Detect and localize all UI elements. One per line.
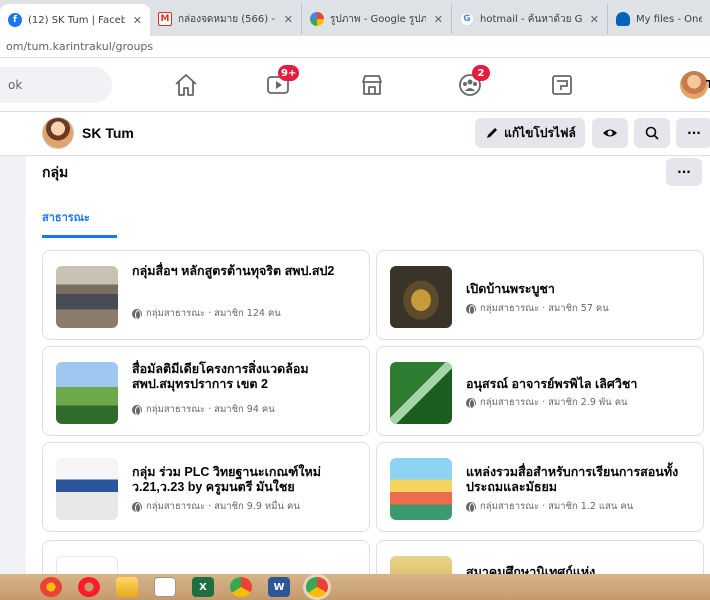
group-meta-text: กลุ่มสาธารณะ · สมาชิก 57 คน [480,303,609,314]
gmail-icon: M [158,12,172,26]
google-photos-icon [310,12,324,26]
group-name[interactable]: อนุสรณ์ อาจารย์พรพิไล เลิศวิชา [466,377,698,392]
profile-avatar[interactable] [42,117,74,149]
search-icon [645,126,659,140]
group-meta: กลุ่มสาธารณะ · สมาชิก 2.9 พัน คน [466,395,628,410]
group-cover-image [390,362,452,424]
group-name[interactable]: กลุ่มสื่อฯ หลักสูตรต้านทุจริต สพป.สป2 [132,264,364,279]
address-bar[interactable]: om/tum.karintrakul/groups [0,36,710,58]
group-meta-text: กลุ่มสาธารณะ · สมาชิก 124 คน [146,308,281,319]
group-meta: กลุ่มสาธารณะ · สมาชิก 57 คน [466,301,609,316]
active-tab-indicator [42,235,117,238]
group-cover-image [390,266,452,328]
globe-icon [132,404,142,416]
group-cover-image [390,458,452,520]
globe-icon [132,308,142,320]
group-name[interactable]: เปิดบ้านพระบูชา [466,282,698,297]
close-icon[interactable]: ✕ [590,13,599,26]
group-meta-text: กลุ่มสาธารณะ · สมาชิก 9.9 หมื่น คน [146,501,300,512]
group-meta: กลุ่มสาธารณะ · สมาชิก 1.2 แสน คน [466,499,633,514]
browser-tab-facebook[interactable]: f (12) SK Tum | Facebook ✕ [0,4,150,36]
group-meta: กลุ่มสาธารณะ · สมาชิก 94 คน [132,402,275,417]
browser-tab-gmail[interactable]: M กล่องจดหมาย (566) - sktu ✕ [150,4,302,34]
gaming-icon[interactable] [548,72,576,98]
group-card[interactable]: แหล่งรวมสื่อสำหรับการเรียนการสอนทั้งประถ… [376,442,704,532]
os-taskbar: X W [0,574,710,600]
close-icon[interactable]: ✕ [434,13,443,26]
group-meta-text: กลุ่มสาธารณะ · สมาชิก 1.2 แสน คน [480,501,634,512]
group-meta: กลุ่มสาธารณะ · สมาชิก 9.9 หมื่น คน [132,499,300,514]
edit-profile-button[interactable]: แก้ไขโปรไฟล์ [475,118,585,148]
eye-icon [603,129,617,137]
onedrive-icon [616,12,630,26]
edit-profile-label: แก้ไขโปรไฟล์ [504,125,576,140]
chrome-canary-icon[interactable] [40,577,62,597]
facebook-icon: f [8,13,22,27]
word-icon[interactable]: W [268,577,290,597]
marketplace-icon[interactable] [358,72,386,98]
excel-icon[interactable]: X [192,577,214,597]
group-meta-text: กลุ่มสาธารณะ · สมาชิก 2.9 พัน คน [480,397,628,408]
groups-icon[interactable]: 2 [456,65,490,98]
account-avatar[interactable] [680,71,708,99]
video-icon[interactable]: 9+ [264,65,300,98]
group-name[interactable]: แหล่งรวมสื่อสำหรับการเรียนการสอนทั้งประถ… [466,465,698,495]
group-card[interactable]: อนุสรณ์ อาจารย์พรพิไล เลิศวิชา กลุ่มสาธา… [376,346,704,436]
globe-icon [466,303,476,315]
groups-more-button[interactable]: ··· [666,158,702,186]
tab-title: รูปภาพ - Google รูปภาพ [330,13,426,25]
group-name[interactable]: กลุ่ม ร่วม PLC วิทยฐานะเกณฑ์ใหม่ ว.21,ว.… [132,465,364,495]
globe-icon [466,397,476,409]
group-card[interactable]: กลุ่มสื่อฯ หลักสูตรต้านทุจริต สพป.สป2 กล… [42,250,370,340]
notepad-icon[interactable] [154,577,176,597]
more-label: ··· [677,165,691,179]
more-label: ··· [687,126,701,140]
tab-title: hotmail - ค้นหาด้วย Goog [480,13,582,25]
chrome-icon[interactable] [230,577,252,597]
groups-section: กลุ่ม ··· สาธารณะ กลุ่มสื่อฯ หลักสูตรต้า… [26,156,710,586]
group-meta: กลุ่มสาธารณะ · สมาชิก 124 คน [132,306,281,321]
group-meta-text: กลุ่มสาธารณะ · สมาชิก 94 คน [146,404,275,415]
groups-title: กลุ่ม [42,165,69,181]
tab-title: กล่องจดหมาย (566) - sktu [178,13,276,25]
browser-tab-google-photos[interactable]: รูปภาพ - Google รูปภาพ ✕ [302,4,452,34]
account-initial: T [706,78,710,91]
globe-icon [132,501,142,513]
browser-tab-onedrive[interactable]: My files - OneDr [608,4,710,34]
group-name[interactable]: สื่อมัลติมีเดียโครงการสิ่งแวดล้อม สพป.สม… [132,362,364,392]
group-cover-image [56,458,118,520]
globe-icon [466,501,476,513]
video-notification-badge: 9+ [278,65,300,81]
profile-header-bar: SK Tum แก้ไขโปรไฟล์ ··· [0,112,710,156]
browser-tab-google-search[interactable]: G hotmail - ค้นหาด้วย Goog ✕ [452,4,608,34]
file-explorer-icon[interactable] [116,577,138,597]
close-icon[interactable]: ✕ [133,14,142,27]
group-cover-image [56,266,118,328]
search-placeholder: ok [8,78,23,92]
search-profile-button[interactable] [634,118,670,148]
group-card[interactable]: กลุ่ม ร่วม PLC วิทยฐานะเกณฑ์ใหม่ ว.21,ว.… [42,442,370,532]
tab-public-groups[interactable]: สาธารณะ [42,208,90,226]
opera-icon[interactable] [78,577,100,597]
facebook-top-nav: ok 9+ 2 T [0,58,710,112]
google-icon: G [460,12,474,26]
browser-tab-strip: f (12) SK Tum | Facebook ✕ M กล่องจดหมาย… [0,0,710,36]
home-icon[interactable] [172,72,200,98]
url-text: om/tum.karintrakul/groups [6,40,154,53]
tab-title: (12) SK Tum | Facebook [28,14,125,26]
groups-notification-badge: 2 [472,65,490,81]
profile-more-button[interactable]: ··· [676,118,710,148]
chrome-active-icon[interactable] [306,577,328,597]
close-icon[interactable]: ✕ [284,13,293,26]
group-card[interactable]: สื่อมัลติมีเดียโครงการสิ่งแวดล้อม สพป.สม… [42,346,370,436]
pencil-icon [487,128,498,138]
tab-title: My files - OneDr [636,13,702,25]
search-input[interactable]: ok [0,67,112,103]
view-as-button[interactable] [592,118,628,148]
profile-name[interactable]: SK Tum [82,125,134,141]
group-cover-image [56,362,118,424]
group-card[interactable]: เปิดบ้านพระบูชา กลุ่มสาธารณะ · สมาชิก 57… [376,250,704,340]
